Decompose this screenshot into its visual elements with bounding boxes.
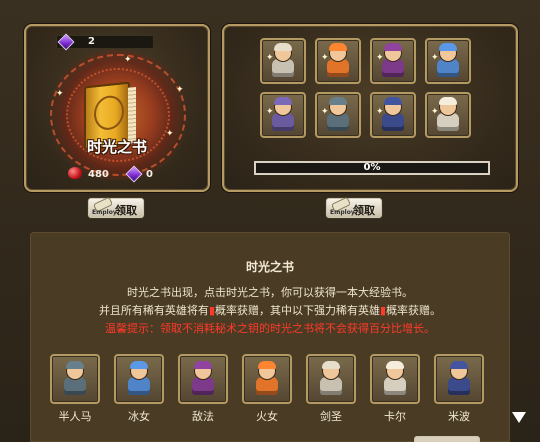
- reward-hero-name: 敌法: [192, 410, 214, 423]
- fire-girl-icon: [252, 361, 282, 397]
- info-title: 时光之书: [245, 260, 294, 274]
- ice-girl-icon: [124, 361, 154, 397]
- sparkle-icon: ✦: [321, 107, 329, 117]
- sparkle-icon: ✦: [124, 55, 132, 65]
- info-panel: 时光之书 时光之书出现，点击时光之书，你可以获得一本大经验书。 并且所有稀有英雄…: [30, 232, 510, 442]
- claim-hero-button[interactable]: Employ 领取: [326, 196, 382, 218]
- invoker-icon: [380, 361, 410, 397]
- hero-panel: ✦ ✦ ✦ ✦ ✦ ✦ ✦ ✦ 0%: [222, 24, 518, 192]
- bottom-button[interactable]: [414, 436, 480, 442]
- sparkle-icon: ✦: [56, 89, 64, 99]
- claim-label: 领取: [115, 204, 137, 217]
- hero-tile-centaur[interactable]: ✦: [315, 92, 361, 138]
- info-tip: 温馨提示：领取不消耗秘术之钥的时光之书将不会获得百分比增长。: [105, 322, 435, 335]
- reward-hero-name: 半人马: [58, 410, 92, 423]
- info-line-1: 时光之书出现，点击时光之书，你可以获得一本大经验书。: [127, 286, 413, 299]
- sparkle-icon: ✦: [266, 107, 274, 117]
- claim-book-button[interactable]: Employ 领取: [88, 196, 144, 218]
- reward-hero-name: 冰女: [128, 410, 150, 423]
- meepo-icon: [444, 361, 474, 397]
- reward-hero-name: 卡尔: [384, 410, 406, 423]
- reward-hero-tile[interactable]: [178, 354, 228, 404]
- sparkle-icon: ✦: [431, 107, 439, 117]
- gem-count-bottom: 0: [146, 169, 153, 180]
- reward-hero-name: 剑圣: [320, 410, 342, 423]
- sparkle-icon: ✦: [176, 85, 184, 95]
- hero-tile-shadow[interactable]: ✦: [370, 92, 416, 138]
- time-book-window: 2 ✦ ✦ ✦ ✦ 时光之书 480 0 ✦ ✦ ✦ ✦ ✦ ✦ ✦ ✦ 0% Employ …: [0, 0, 540, 442]
- swordmaster-icon: [316, 361, 346, 397]
- centaur-icon: [60, 361, 90, 397]
- progress-text: 0%: [363, 162, 381, 173]
- reward-hero-tile[interactable]: [434, 354, 484, 404]
- book-title: 时光之书: [86, 138, 147, 156]
- reward-hero-tile[interactable]: [370, 354, 420, 404]
- sparkle-icon: ✦: [376, 107, 384, 117]
- info-line-2a: 并且所有稀有英雄将有: [98, 304, 209, 317]
- ruby-icon: [68, 167, 82, 179]
- hero-tile-enchanter[interactable]: ✦: [370, 38, 416, 84]
- book-panel: 2 ✦ ✦ ✦ ✦ 时光之书 480 0: [24, 24, 210, 192]
- claim-mini-label: Employ: [330, 209, 355, 216]
- sparkle-icon: ✦: [321, 53, 329, 63]
- hero-tile-dark-hero[interactable]: ✦: [260, 92, 306, 138]
- progress-bar: 0%: [254, 161, 490, 175]
- info-line-2b: 概率获赠，其中以下强力稀有英雄: [215, 304, 380, 317]
- sparkle-icon: ✦: [266, 53, 274, 63]
- hero-tile-elder[interactable]: ✦: [425, 92, 471, 138]
- reward-hero-tile[interactable]: [242, 354, 292, 404]
- sparkle-icon: ✦: [376, 53, 384, 63]
- sparkle-icon: ✦: [431, 53, 439, 63]
- ruby-count: 480: [88, 169, 109, 180]
- scroll-down-icon[interactable]: [512, 412, 526, 423]
- claim-mini-label: Employ: [92, 209, 117, 216]
- reward-hero-name: 火女: [256, 410, 278, 423]
- info-line-2c: 概率获赠。: [386, 304, 442, 317]
- reward-hero-tile[interactable]: [306, 354, 356, 404]
- hero-tile-ice-girl[interactable]: ✦: [425, 38, 471, 84]
- reward-hero-tile[interactable]: [114, 354, 164, 404]
- hero-tile-fire-girl[interactable]: ✦: [315, 38, 361, 84]
- claim-label: 领取: [353, 204, 375, 217]
- reward-hero-name: 米波: [448, 410, 470, 423]
- hero-tile-swordmaster[interactable]: ✦: [260, 38, 306, 84]
- info-line-2: 并且所有稀有英雄将有▮概率获赠，其中以下强力稀有英雄▮概率获赠。: [30, 302, 510, 318]
- reward-hero-tile[interactable]: [50, 354, 100, 404]
- gem-count: 2: [88, 36, 95, 47]
- anti-mage-icon: [188, 361, 218, 397]
